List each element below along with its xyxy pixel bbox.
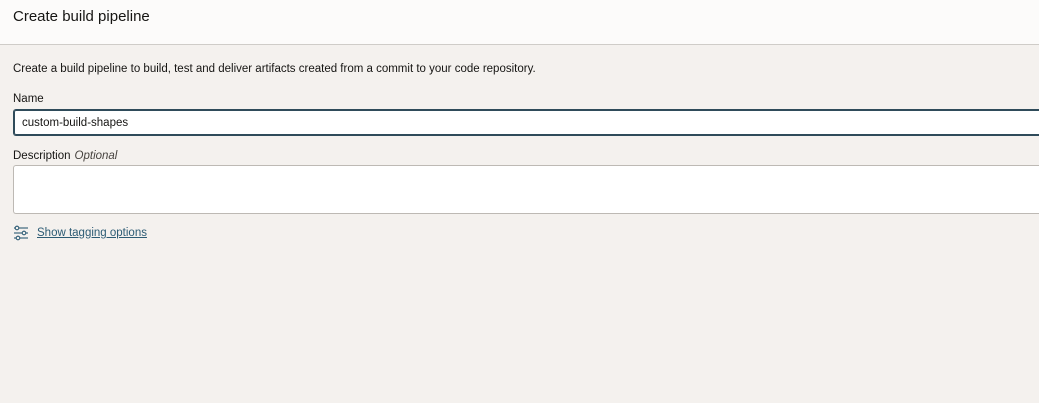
name-input[interactable] [13, 109, 1039, 136]
show-tagging-options[interactable]: Show tagging options [13, 225, 147, 241]
show-tagging-options-link[interactable]: Show tagging options [37, 226, 147, 240]
page-title: Create build pipeline [13, 8, 150, 25]
optional-hint: Optional [74, 150, 118, 162]
intro-text: Create a build pipeline to build, test a… [13, 63, 536, 75]
form-body: Create a build pipeline to build, test a… [0, 46, 1039, 403]
panel-header: Create build pipeline [0, 0, 1039, 45]
description-label-row: Description Optional [13, 149, 117, 163]
description-label: Description [13, 150, 71, 162]
name-label: Name [13, 93, 44, 105]
sliders-icon [13, 225, 29, 241]
description-input[interactable] [13, 165, 1039, 214]
